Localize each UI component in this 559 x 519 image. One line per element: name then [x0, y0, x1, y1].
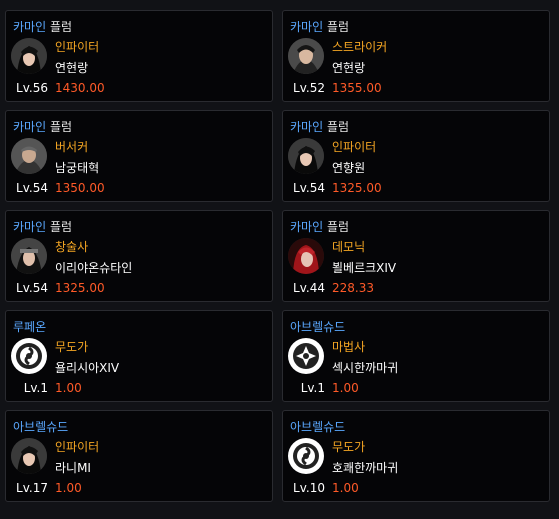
berserker-portrait-icon — [11, 138, 47, 174]
server-label: 카마인 플럼 — [13, 218, 72, 235]
class-name: 인파이터 — [55, 440, 100, 454]
character-card[interactable]: 아브렐슈드 무도가 호쾌한까마귀 Lv.10 1.00 — [282, 410, 550, 502]
character-card[interactable]: 카마인 플럼 버서커 남궁태혁 Lv.54 1350.00 — [5, 110, 273, 202]
martial-artist-emblem-icon — [11, 338, 47, 374]
server-label: 아브렐슈드 — [290, 418, 345, 435]
server-label: 아브렐슈드 — [13, 418, 68, 435]
character-level: Lv.56 — [16, 81, 48, 95]
character-name: 남궁태혁 — [55, 161, 100, 175]
item-level: 1.00 — [55, 381, 82, 395]
server-name: 플럼 — [49, 20, 73, 34]
class-name: 데모닉 — [332, 240, 366, 254]
lancemaster-portrait-icon — [11, 238, 47, 274]
world-name: 카마인 — [13, 220, 47, 234]
character-name: 섹시한까마귀 — [332, 361, 399, 375]
world-name: 카마인 — [290, 20, 324, 34]
character-card[interactable]: 카마인 플럼 스트라이커 연현랑 Lv.52 1355.00 — [282, 10, 550, 102]
server-label: 카마인 플럼 — [290, 118, 349, 135]
item-level: 1325.00 — [55, 281, 105, 295]
character-level: Lv.54 — [293, 181, 325, 195]
server-name: 플럼 — [326, 20, 350, 34]
item-level: 1350.00 — [55, 181, 105, 195]
world-name: 루페온 — [13, 320, 47, 334]
class-name: 인파이터 — [55, 40, 100, 54]
class-name: 마법사 — [332, 340, 366, 354]
character-card[interactable]: 카마인 플럼 인파이터 연향원 Lv.54 1325.00 — [282, 110, 550, 202]
character-name: 연현랑 — [55, 61, 89, 75]
item-level: 1.00 — [55, 481, 82, 495]
character-level: Lv.1 — [23, 381, 48, 395]
world-name: 카마인 — [290, 220, 324, 234]
server-name: 플럼 — [49, 220, 73, 234]
item-level: 1355.00 — [332, 81, 382, 95]
item-level: 1.00 — [332, 381, 359, 395]
character-name: 호쾌한까마귀 — [332, 461, 399, 475]
infighter-portrait-icon — [11, 438, 47, 474]
character-level: Lv.44 — [293, 281, 325, 295]
server-label: 카마인 플럼 — [13, 118, 72, 135]
server-name: 플럼 — [326, 220, 350, 234]
item-level: 228.33 — [332, 281, 374, 295]
character-name: 이리야온슈타인 — [55, 261, 133, 275]
world-name: 아브렐슈드 — [13, 420, 69, 434]
infighter-portrait-icon — [288, 138, 324, 174]
character-card[interactable]: 아브렐슈드 마법사 섹시한까마귀 Lv.1 1.00 — [282, 310, 550, 402]
server-name: 플럼 — [49, 120, 73, 134]
class-name: 창술사 — [55, 240, 89, 254]
character-level: Lv.54 — [16, 181, 48, 195]
class-name: 무도가 — [55, 340, 89, 354]
character-name: 욜리시아XIV — [55, 361, 120, 375]
class-name: 무도가 — [332, 440, 366, 454]
character-name: 뵐베르크XIV — [332, 261, 397, 275]
server-label: 카마인 플럼 — [13, 18, 72, 35]
character-card[interactable]: 카마인 플럼 인파이터 연현랑 Lv.56 1430.00 — [5, 10, 273, 102]
demonic-portrait-icon — [288, 238, 324, 274]
character-level: Lv.10 — [293, 481, 325, 495]
item-level: 1.00 — [332, 481, 359, 495]
character-card[interactable]: 아브렐슈드 인파이터 라니MI Lv.17 1.00 — [5, 410, 273, 502]
martial-artist-emblem-icon — [288, 438, 324, 474]
character-name: 라니MI — [55, 461, 91, 475]
character-level: Lv.1 — [300, 381, 325, 395]
world-name: 카마인 — [290, 120, 324, 134]
class-name: 인파이터 — [332, 140, 377, 154]
server-label: 루페온 — [13, 318, 46, 335]
world-name: 카마인 — [13, 20, 47, 34]
character-card[interactable]: 루페온 무도가 욜리시아XIV Lv.1 1.00 — [5, 310, 273, 402]
character-card[interactable]: 카마인 플럼 창술사 이리야온슈타인 Lv.54 1325.00 — [5, 210, 273, 302]
server-label: 아브렐슈드 — [290, 318, 345, 335]
character-grid: 카마인 플럼 인파이터 연현랑 Lv.56 1430.00 카마인 플럼 스트라… — [0, 0, 559, 519]
server-label: 카마인 플럼 — [290, 218, 349, 235]
character-level: Lv.52 — [293, 81, 325, 95]
item-level: 1430.00 — [55, 81, 105, 95]
character-level: Lv.17 — [16, 481, 48, 495]
world-name: 아브렐슈드 — [290, 320, 346, 334]
item-level: 1325.00 — [332, 181, 382, 195]
server-label: 카마인 플럼 — [290, 18, 349, 35]
character-name: 연향원 — [332, 161, 366, 175]
character-name: 연현랑 — [332, 61, 366, 75]
world-name: 카마인 — [13, 120, 47, 134]
character-card[interactable]: 카마인 플럼 데모닉 뵐베르크XIV Lv.44 228.33 — [282, 210, 550, 302]
mage-emblem-icon — [288, 338, 324, 374]
server-name: 플럼 — [326, 120, 350, 134]
infighter-portrait-icon — [11, 38, 47, 74]
class-name: 스트라이커 — [332, 40, 388, 54]
class-name: 버서커 — [55, 140, 89, 154]
character-level: Lv.54 — [16, 281, 48, 295]
striker-portrait-icon — [288, 38, 324, 74]
world-name: 아브렐슈드 — [290, 420, 346, 434]
